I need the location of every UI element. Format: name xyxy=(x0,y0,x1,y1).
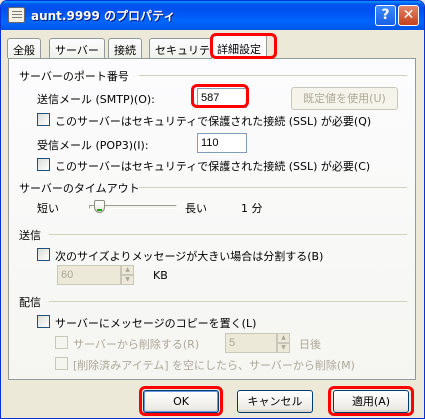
spin-down-icon[interactable]: ▼ xyxy=(277,343,290,353)
pop3-ssl-label: このサーバーはセキュリティで保護された接続 (SSL) が必要(C) xyxy=(55,160,371,173)
account-icon xyxy=(8,7,25,23)
sending-group-label: 送信 xyxy=(19,229,41,242)
pop3-port-label: 受信メール (POP3)(I): xyxy=(37,139,149,152)
pop3-ssl-checkbox[interactable] xyxy=(37,158,50,171)
tab-advanced[interactable]: 詳細設定 xyxy=(211,34,267,59)
remove-deleted-checkbox[interactable] xyxy=(55,357,68,370)
delivery-group-label: 配信 xyxy=(19,296,41,309)
close-button[interactable]: ✕ xyxy=(398,5,419,26)
title-bar[interactable]: aunt.9999 のプロパティ ? ✕ xyxy=(1,1,424,30)
ports-group-divider xyxy=(139,75,407,76)
smtp-ssl-label: このサーバーはセキュリティで保護された接続 (SSL) が必要(Q) xyxy=(55,115,372,128)
tab-connection[interactable]: 接続 xyxy=(108,38,142,58)
pop3-port-input[interactable] xyxy=(197,133,247,153)
apply-button[interactable]: 適用(A) xyxy=(333,390,409,413)
help-button[interactable]: ? xyxy=(375,5,396,26)
timeout-group-divider xyxy=(139,187,407,188)
smtp-ssl-checkbox[interactable] xyxy=(37,113,50,126)
split-messages-checkbox[interactable] xyxy=(37,248,50,261)
keep-copy-checkbox[interactable] xyxy=(37,315,50,328)
timeout-short-label: 短い xyxy=(37,202,59,215)
window-title: aunt.9999 のプロパティ xyxy=(31,9,176,23)
cancel-button[interactable]: キャンセル xyxy=(237,390,313,413)
timeout-slider-thumb[interactable] xyxy=(94,200,105,213)
ports-group-label: サーバーのポート番号 xyxy=(19,70,129,83)
delivery-group-divider xyxy=(49,301,407,302)
sending-group-divider xyxy=(49,234,407,235)
properties-dialog: aunt.9999 のプロパティ ? ✕ 全般 サーバー 接続 セキュリティ 詳… xyxy=(0,0,425,419)
timeout-value: 1 分 xyxy=(241,202,263,215)
split-size-input[interactable] xyxy=(57,265,121,285)
use-defaults-button[interactable]: 既定値を使用(U) xyxy=(291,87,398,110)
keep-copy-label: サーバーにメッセージのコピーを置く(L) xyxy=(55,317,257,330)
remove-days-spinner[interactable]: ▲ ▼ xyxy=(277,333,290,353)
remove-after-label: サーバーから削除する(R) xyxy=(73,338,200,351)
remove-days-unit: 日後 xyxy=(299,338,321,351)
split-size-unit: KB xyxy=(153,269,168,282)
remove-days-input[interactable] xyxy=(225,333,277,353)
remove-deleted-label: [削除済みアイテム] を空にしたら、サーバーから削除(M) xyxy=(73,359,355,372)
smtp-port-input[interactable] xyxy=(197,88,247,108)
split-messages-label: 次のサイズよりメッセージが大きい場合は分割する(B) xyxy=(55,250,324,263)
timeout-long-label: 長い xyxy=(185,202,207,215)
remove-after-checkbox[interactable] xyxy=(55,336,68,349)
spin-up-icon[interactable]: ▲ xyxy=(277,333,290,343)
ok-button[interactable]: OK xyxy=(143,390,219,413)
timeout-group-label: サーバーのタイムアウト xyxy=(19,182,140,195)
tab-servers[interactable]: サーバー xyxy=(49,38,105,58)
smtp-port-label: 送信メール (SMTP)(O): xyxy=(37,93,155,106)
spin-up-icon[interactable]: ▲ xyxy=(121,265,134,275)
split-size-spinner[interactable]: ▲ ▼ xyxy=(121,265,134,285)
advanced-settings-panel: サーバーのポート番号 送信メール (SMTP)(O): 既定値を使用(U) この… xyxy=(8,58,416,380)
tab-general[interactable]: 全般 xyxy=(7,38,41,58)
spin-down-icon[interactable]: ▼ xyxy=(121,275,134,285)
